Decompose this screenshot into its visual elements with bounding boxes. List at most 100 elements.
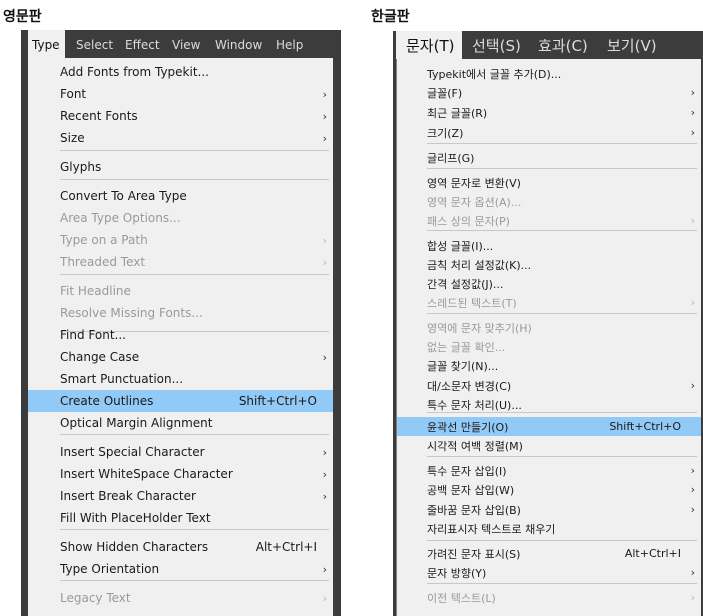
menu-item-label: Fill With PlaceHolder Text bbox=[60, 511, 211, 525]
menu-separator bbox=[427, 583, 697, 584]
menubar-view[interactable]: 보기(V) bbox=[607, 31, 657, 61]
menu-item-change-case[interactable]: Change Case › bbox=[28, 346, 333, 368]
menu-item-threaded-text: Threaded Text › bbox=[28, 251, 333, 273]
menu-item-label: 자리표시자 텍스트로 채우기 bbox=[427, 522, 556, 536]
menu-item-glyphs[interactable]: Glyphs bbox=[28, 156, 333, 178]
menu-item-label: Change Case bbox=[60, 350, 140, 364]
menu-separator bbox=[427, 168, 697, 169]
menu-item-label: Add Fonts from Typekit... bbox=[60, 65, 209, 79]
menu-item-item-20[interactable]: 공백 문자 삽입(W) › bbox=[397, 480, 701, 499]
menu-item-item-19[interactable]: 특수 문자 삽입(I) › bbox=[397, 461, 701, 480]
keyboard-shortcut: Alt+Ctrl+I bbox=[255, 540, 317, 554]
menu-item-fill-with-placeholder-text[interactable]: Fill With PlaceHolder Text bbox=[28, 507, 333, 529]
menu-item-label: 금칙 처리 설정값(K)... bbox=[427, 258, 532, 272]
menubar-select[interactable]: Select bbox=[76, 30, 113, 60]
menu-item-item-21[interactable]: 줄바꿈 문자 삽입(B) › bbox=[397, 500, 701, 519]
menu-item-label: 이전 텍스트(L) bbox=[427, 591, 496, 605]
chevron-right-icon: › bbox=[690, 464, 695, 477]
menu-item-item-10[interactable]: 간격 설정값(J)... bbox=[397, 274, 701, 293]
menu-item-item-7: 패스 상의 문자(P) › bbox=[397, 211, 701, 230]
menu-separator bbox=[60, 529, 329, 530]
menubar-type[interactable]: 문자(T) bbox=[396, 31, 462, 61]
menu-item-item-5[interactable]: 영역 문자로 변환(V) bbox=[397, 173, 701, 192]
menu-item-item-23[interactable]: 가려진 문자 표시(S) Alt+Ctrl+I bbox=[397, 544, 701, 563]
menu-item-item-8[interactable]: 합성 글꼴(I)... bbox=[397, 236, 701, 255]
chevron-right-icon: › bbox=[322, 233, 327, 247]
menubar-effect[interactable]: Effect bbox=[125, 30, 160, 60]
menu-item-smart-punctuation[interactable]: Smart Punctuation... bbox=[28, 368, 333, 390]
menu-separator bbox=[60, 274, 329, 275]
menu-separator bbox=[427, 456, 697, 457]
menu-item-item-2[interactable]: 최근 글꼴(R) › bbox=[397, 103, 701, 122]
menu-item-item-4[interactable]: 글리프(G) bbox=[397, 148, 701, 167]
korean-version-caption: 한글판 bbox=[371, 9, 410, 25]
menubar-select[interactable]: 선택(S) bbox=[472, 31, 521, 61]
menu-item-create-outlines[interactable]: Create Outlines Shift+Ctrl+O bbox=[28, 390, 333, 412]
menu-item-item-9[interactable]: 금칙 처리 설정값(K)... bbox=[397, 255, 701, 274]
menu-item-insert-break-character[interactable]: Insert Break Character › bbox=[28, 485, 333, 507]
menu-item-insert-whitespace-character[interactable]: Insert WhiteSpace Character › bbox=[28, 463, 333, 485]
menu-item-label: Create Outlines bbox=[60, 394, 154, 408]
menu-item-item-6: 영역 문자 옵션(A)... bbox=[397, 192, 701, 211]
menu-item-label: Glyphs bbox=[60, 160, 102, 174]
menu-item-label: 영역 문자 옵션(A)... bbox=[427, 195, 522, 209]
menu-item-item-22[interactable]: 자리표시자 텍스트로 채우기 bbox=[397, 519, 701, 538]
menu-item-optical-margin-alignment[interactable]: Optical Margin Alignment bbox=[28, 412, 333, 434]
menubar-window[interactable]: Window bbox=[215, 30, 262, 60]
menu-item-font[interactable]: Font › bbox=[28, 83, 333, 105]
menu-item-size[interactable]: Size › bbox=[28, 127, 333, 149]
menu-item-type-orientation[interactable]: Type Orientation › bbox=[28, 558, 333, 580]
menu-item-label: Typekit에서 글꼴 추가(D)... bbox=[427, 67, 562, 81]
menu-item-label: 문자 방향(Y) bbox=[427, 566, 487, 580]
menu-item-label: 글꼴 찾기(N)... bbox=[427, 359, 499, 373]
menu-item-label: 글꼴(F) bbox=[427, 86, 463, 100]
menu-item-recent-fonts[interactable]: Recent Fonts › bbox=[28, 105, 333, 127]
menu-item-insert-special-character[interactable]: Insert Special Character › bbox=[28, 441, 333, 463]
menu-item-label: 대/소문자 변경(C) bbox=[427, 379, 512, 393]
keyboard-shortcut: Alt+Ctrl+I bbox=[624, 547, 681, 560]
menu-item-item-16[interactable]: 특수 문자 처리(U)... bbox=[397, 395, 701, 414]
menu-item-label: Threaded Text bbox=[60, 255, 146, 269]
menu-item-label: 윤곽선 만들기(O) bbox=[427, 420, 509, 434]
menu-item-item-15[interactable]: 대/소문자 변경(C) › bbox=[397, 376, 701, 395]
menu-separator bbox=[427, 313, 697, 314]
menu-separator bbox=[60, 150, 329, 151]
menubar-help[interactable]: Help bbox=[276, 30, 303, 60]
menu-item-item-0[interactable]: Typekit에서 글꼴 추가(D)... bbox=[397, 64, 701, 83]
menu-item-label: 영역에 문자 맞추기(H) bbox=[427, 321, 532, 335]
menu-item-label: 간격 설정값(J)... bbox=[427, 277, 504, 291]
type-menu-dropdown: Typekit에서 글꼴 추가(D)... 글꼴(F) › 최근 글꼴(R) › 크기(Z… bbox=[396, 59, 701, 616]
chevron-right-icon: › bbox=[322, 562, 327, 576]
menu-item-item-14[interactable]: 글꼴 찾기(N)... bbox=[397, 356, 701, 375]
menu-item-item-18[interactable]: 시각적 여백 정렬(M) bbox=[397, 436, 701, 455]
keyboard-shortcut: Shift+Ctrl+O bbox=[238, 394, 317, 408]
menu-item-show-hidden-characters[interactable]: Show Hidden Characters Alt+Ctrl+I bbox=[28, 536, 333, 558]
menu-item-area-type-options: Area Type Options... bbox=[28, 207, 333, 229]
menu-item-label: Insert Break Character bbox=[60, 489, 196, 503]
menu-item-label: Smart Punctuation... bbox=[60, 372, 184, 386]
menu-item-label: Size bbox=[60, 131, 85, 145]
menu-item-resolve-missing-fonts: Resolve Missing Fonts... bbox=[28, 302, 333, 324]
chevron-right-icon: › bbox=[690, 214, 695, 227]
menu-item-label: Font bbox=[60, 87, 87, 101]
menu-item-label: Optical Margin Alignment bbox=[60, 416, 213, 430]
chevron-right-icon: › bbox=[322, 109, 327, 123]
menu-item-label: 최근 글꼴(R) bbox=[427, 106, 488, 120]
menu-item-item-24[interactable]: 문자 방향(Y) › bbox=[397, 563, 701, 582]
menubar-type[interactable]: Type bbox=[28, 30, 65, 60]
menu-item-item-3[interactable]: 크기(Z) › bbox=[397, 123, 701, 142]
chevron-right-icon: › bbox=[690, 483, 695, 496]
menu-item-item-17[interactable]: 윤곽선 만들기(O) Shift+Ctrl+O bbox=[397, 417, 701, 436]
menu-item-item-1[interactable]: 글꼴(F) › bbox=[397, 83, 701, 102]
korean-menu-screenshot: 문자(T) 선택(S) 효과(C) 보기(V) Typekit에서 글꼴 추가(… bbox=[393, 31, 703, 616]
menu-item-label: 특수 문자 처리(U)... bbox=[427, 398, 522, 412]
menubar-effect[interactable]: 효과(C) bbox=[538, 31, 588, 61]
menubar-view[interactable]: View bbox=[172, 30, 200, 60]
menu-item-add-fonts-from-typekit[interactable]: Add Fonts from Typekit... bbox=[28, 61, 333, 83]
chevron-right-icon: › bbox=[322, 131, 327, 145]
menu-item-find-font[interactable]: Find Font... bbox=[28, 324, 333, 346]
chevron-right-icon: › bbox=[690, 379, 695, 392]
menu-separator bbox=[427, 143, 697, 144]
menu-item-item-11: 스레드된 텍스트(T) › bbox=[397, 293, 701, 312]
menu-item-convert-to-area-type[interactable]: Convert To Area Type bbox=[28, 185, 333, 207]
